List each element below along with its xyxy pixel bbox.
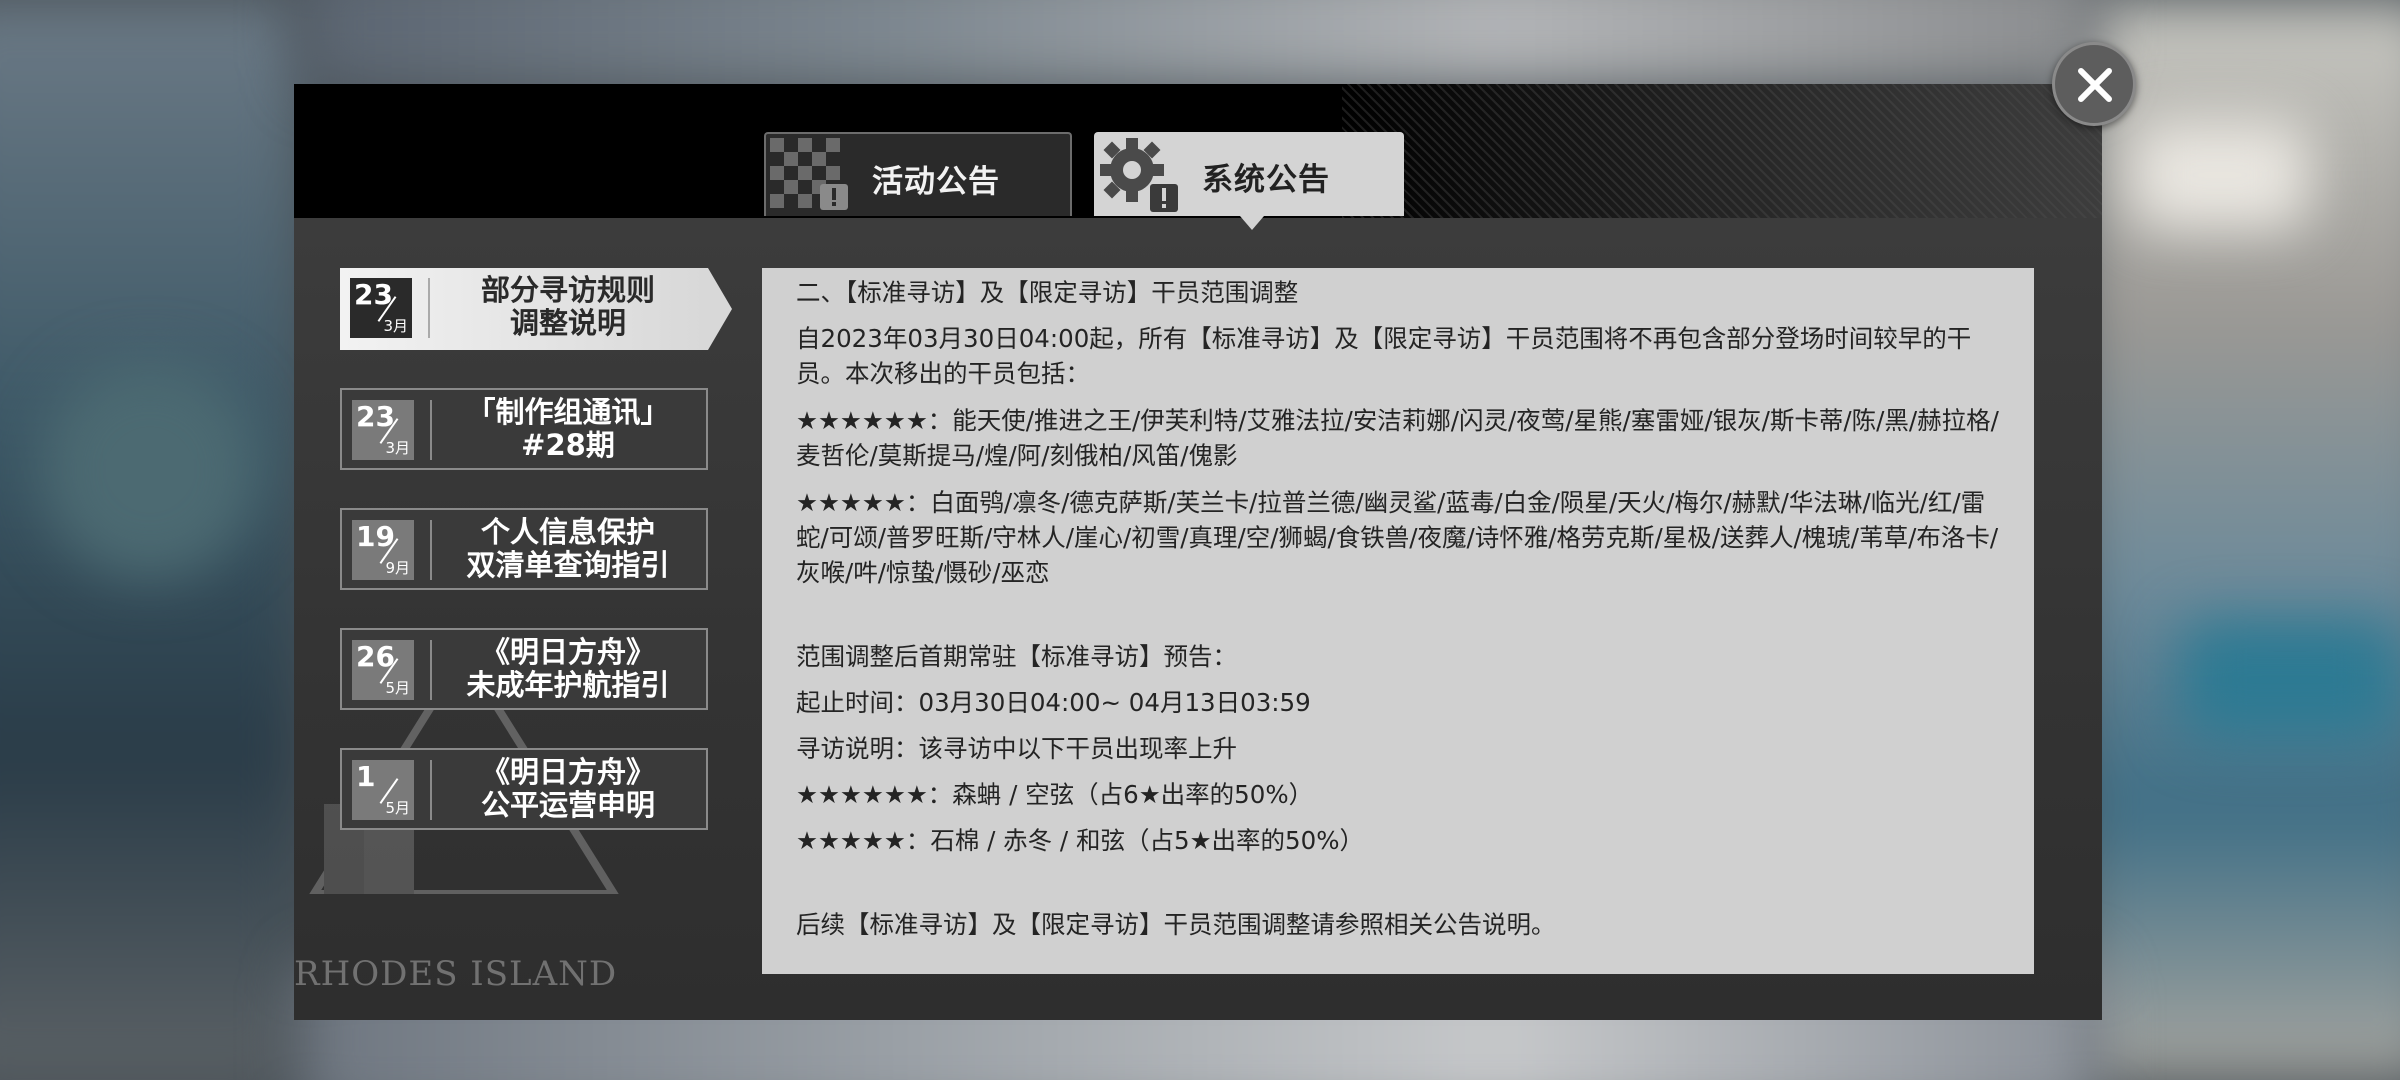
- tab-activity[interactable]: 活动公告: [764, 132, 1072, 216]
- close-button[interactable]: [2052, 42, 2136, 126]
- notice-title: 《明日方舟》 未成年护航指引: [466, 635, 670, 702]
- date-month: 5月: [385, 799, 410, 817]
- background-blur: [2180, 620, 2400, 740]
- date-badge: 26 5月: [352, 640, 414, 700]
- preview-title: 范围调整后首期常驻【标准寻访】预告：: [796, 642, 1237, 671]
- banner-description: 寻访说明：该寻访中以下干员出现率上升: [796, 734, 1237, 763]
- divider: [430, 520, 432, 580]
- date-badge: 1 5月: [352, 760, 414, 820]
- notice-title: 部分寻访规则 调整说明: [480, 273, 655, 340]
- close-icon: [2078, 68, 2112, 102]
- date-month: 5月: [385, 679, 410, 697]
- date-month: 3月: [385, 439, 410, 457]
- rate-up-five-star: ★★★★★：石棉 / 赤冬 / 和弦（占5★出率的50%）: [796, 826, 1364, 855]
- notice-title: 个人信息保护 双清单查询指引: [466, 515, 670, 582]
- six-star-list: ★★★★★★：能天使/推进之王/伊芙利特/艾雅法拉/安洁莉娜/闪灵/夜莺/星熊/…: [796, 406, 1999, 470]
- tab-system[interactable]: 系统公告: [1094, 132, 1404, 216]
- notice-item-dev-newsletter[interactable]: 23 3月 「制作组通讯」 #28期: [340, 388, 708, 470]
- background-blur: [300, 0, 2100, 90]
- background-blur: [40, 360, 260, 580]
- watermark-text: RHODES ISLAND: [294, 954, 618, 994]
- content-intro: 自2023年03月30日04:00起，所有【标准寻访】及【限定寻访】干员范围将不…: [796, 324, 1972, 388]
- tab-system-label: 系统公告: [1202, 162, 1330, 198]
- date-badge: 23 3月: [352, 400, 414, 460]
- notice-item-rules[interactable]: 23 3月 部分寻访规则 调整说明: [340, 268, 732, 350]
- announcement-screen: RHODES ISLAND 活动公告 系统公告 23 3月 部分寻访规则 调整说…: [0, 0, 2400, 1080]
- notice-item-fair-operation[interactable]: 1 5月 《明日方舟》 公平运营申明: [340, 748, 708, 830]
- date-badge: 23 3月: [350, 278, 412, 338]
- divider: [428, 278, 430, 338]
- notice-item-minor-protection[interactable]: 26 5月 《明日方舟》 未成年护航指引: [340, 628, 708, 710]
- divider: [430, 400, 432, 460]
- divider: [430, 640, 432, 700]
- gear-icon: [1100, 138, 1178, 212]
- rate-up-six-star: ★★★★★★：森蚺 / 空弦（占6★出率的50%）: [796, 780, 1314, 809]
- notice-title: 「制作组通讯」 #28期: [466, 395, 670, 462]
- footer-note: 后续【标准寻访】及【限定寻访】干员范围调整请参照相关公告说明。: [796, 910, 1556, 939]
- active-tab-pointer: [1240, 216, 1264, 230]
- checkered-flag-icon: [770, 138, 848, 210]
- date-day: 1: [356, 760, 376, 793]
- tab-activity-label: 活动公告: [872, 164, 1000, 200]
- announcement-content[interactable]: 二、【标准寻访】及【限定寻访】干员范围调整 自2023年03月30日04:00起…: [762, 268, 2034, 974]
- five-star-list: ★★★★★：白面鸮/凛冬/德克萨斯/芙兰卡/拉普兰德/幽灵鲨/蓝毒/白金/陨星/…: [796, 488, 1999, 587]
- period-text: 起止时间：03月30日04:00~ 04月13日03:59: [796, 688, 1311, 717]
- date-badge: 19 9月: [352, 520, 414, 580]
- date-month: 9月: [385, 559, 410, 577]
- date-month: 3月: [383, 317, 408, 335]
- background-blur: [2130, 120, 2310, 230]
- notice-title: 《明日方舟》 公平运营申明: [480, 755, 655, 822]
- header-art: [1342, 84, 2102, 218]
- content-heading: 二、【标准寻访】及【限定寻访】干员范围调整: [796, 278, 1299, 307]
- notice-item-privacy[interactable]: 19 9月 个人信息保护 双清单查询指引: [340, 508, 708, 590]
- divider: [430, 760, 432, 820]
